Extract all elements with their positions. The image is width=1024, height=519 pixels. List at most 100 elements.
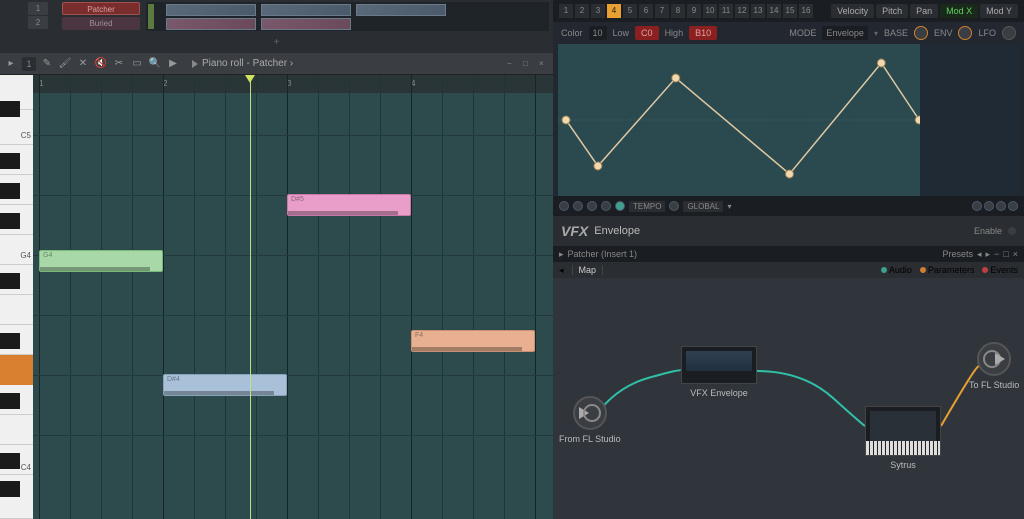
footer-knob[interactable]	[559, 201, 569, 211]
playhead[interactable]	[250, 75, 251, 519]
pattern-block[interactable]	[261, 4, 351, 16]
option-icon[interactable]	[984, 201, 994, 211]
footer-knob[interactable]	[601, 201, 611, 211]
key-label-g4: G4	[20, 251, 31, 260]
maximize-icon[interactable]: □	[523, 59, 533, 69]
snap-value[interactable]: 1	[22, 57, 36, 71]
play-icon[interactable]	[192, 60, 198, 68]
playback-tool-icon[interactable]: ▶	[166, 57, 180, 71]
option-icon[interactable]	[996, 201, 1006, 211]
footer-knob[interactable]	[573, 201, 583, 211]
env-tab-7[interactable]: 7	[655, 4, 669, 18]
global-label: GLOBAL	[683, 201, 723, 212]
color-value[interactable]: 10	[589, 26, 607, 40]
draw-tool-icon[interactable]: ✎	[40, 57, 54, 71]
env-tab-5[interactable]: 5	[623, 4, 637, 18]
pattern-block[interactable]	[356, 4, 446, 16]
node-to-fl-studio[interactable]: To FL Studio	[969, 342, 1019, 390]
note-orange[interactable]: F4	[411, 330, 535, 352]
piano-keyboard[interactable]: C5 G4 C4	[0, 75, 33, 519]
footer-knob[interactable]	[587, 201, 597, 211]
env-tab-11[interactable]: 11	[719, 4, 733, 18]
plugin-thumbnail	[865, 406, 941, 456]
pattern-block[interactable]	[166, 18, 256, 30]
env-knob[interactable]	[958, 26, 972, 40]
env-tab-16[interactable]: 16	[799, 4, 813, 18]
next-icon[interactable]: ▸	[986, 249, 991, 260]
plugin-thumbnail	[681, 346, 757, 384]
minimize-icon[interactable]: −	[994, 249, 999, 259]
menu-icon[interactable]: ▸	[4, 57, 18, 71]
env-tab-2[interactable]: 2	[575, 4, 589, 18]
lfo-knob[interactable]	[1002, 26, 1016, 40]
node-vfx-envelope[interactable]: VFX Envelope	[681, 346, 757, 398]
tab-map[interactable]: Map	[572, 265, 604, 275]
arrow-right-icon[interactable]: ▸	[559, 249, 564, 260]
tempo-led[interactable]	[615, 201, 625, 211]
pattern-block[interactable]	[261, 18, 351, 30]
env-tab-8[interactable]: 8	[671, 4, 685, 18]
timeline-ruler[interactable]: 1 2 3 4	[33, 75, 553, 93]
note-green[interactable]: G4	[39, 250, 163, 272]
maximize-icon[interactable]: □	[1003, 249, 1008, 259]
mute-tool-icon[interactable]: 🔇	[94, 57, 108, 71]
low-value[interactable]: C0	[635, 26, 659, 40]
env-tab-12[interactable]: 12	[735, 4, 749, 18]
env-tab-4[interactable]: 4	[607, 4, 621, 18]
mode-tab-pan[interactable]: Pan	[910, 4, 938, 18]
close-icon[interactable]: ×	[1013, 249, 1018, 259]
env-tab-14[interactable]: 14	[767, 4, 781, 18]
env-tab-13[interactable]: 13	[751, 4, 765, 18]
close-icon[interactable]: ×	[539, 59, 549, 69]
base-label: BASE	[884, 28, 908, 38]
base-knob[interactable]	[914, 26, 928, 40]
note-blue[interactable]: D#4	[163, 374, 287, 396]
env-tab-6[interactable]: 6	[639, 4, 653, 18]
node-from-fl-studio[interactable]: From FL Studio	[559, 396, 621, 444]
audio-legend: Audio	[881, 265, 912, 275]
paint-tool-icon[interactable]: 🖌	[58, 57, 72, 71]
global-led[interactable]	[669, 201, 679, 211]
track-number-2[interactable]: 2	[28, 16, 48, 29]
presets-label[interactable]: Presets	[942, 249, 973, 259]
env-tab-10[interactable]: 10	[703, 4, 717, 18]
envelope-graph[interactable]	[557, 44, 1020, 196]
slice-tool-icon[interactable]: ✂	[112, 57, 126, 71]
delete-tool-icon[interactable]: ✕	[76, 57, 90, 71]
mode-tab-velocity[interactable]: Velocity	[831, 4, 874, 18]
arrow-left-icon[interactable]: ◂	[559, 265, 564, 276]
chevron-down-icon[interactable]: ▾	[874, 29, 878, 38]
track-number-1[interactable]: 1	[28, 2, 48, 15]
patcher-canvas[interactable]: From FL Studio VFX Envelope Sytrus To FL…	[553, 278, 1024, 519]
node-sytrus[interactable]: Sytrus	[865, 406, 941, 470]
track-label-buried[interactable]: Buried	[62, 17, 140, 30]
track-label-patcher[interactable]: Patcher	[62, 2, 140, 15]
mode-tab-pitch[interactable]: Pitch	[876, 4, 908, 18]
env-tab-1[interactable]: 1	[559, 4, 573, 18]
minimize-icon[interactable]: −	[507, 59, 517, 69]
env-tab-3[interactable]: 3	[591, 4, 605, 18]
envelope-number-tabs: 1 2 3 4 5 6 7 8 9 10 11 12 13 14 15 16 V…	[553, 0, 1024, 22]
option-icon[interactable]	[1008, 201, 1018, 211]
enable-toggle[interactable]	[1008, 227, 1016, 235]
add-track-button[interactable]: +	[0, 33, 553, 53]
mode-tab-mody[interactable]: Mod Y	[980, 4, 1018, 18]
piano-roll-toolbar: ▸ 1 ✎ 🖌 ✕ 🔇 ✂ ▭ 🔍 ▶ Piano roll - Patcher…	[0, 53, 553, 75]
option-icon[interactable]	[972, 201, 982, 211]
high-value[interactable]: B10	[689, 26, 717, 40]
select-tool-icon[interactable]: ▭	[130, 57, 144, 71]
note-pink[interactable]: D#5	[287, 194, 411, 216]
pattern-block[interactable]	[166, 4, 256, 16]
color-label: Color	[561, 28, 583, 38]
high-label: High	[665, 28, 684, 38]
zoom-tool-icon[interactable]: 🔍	[148, 57, 162, 71]
prev-icon[interactable]: ◂	[977, 249, 982, 260]
piano-roll-grid[interactable]: 1 2 3 4	[33, 75, 553, 519]
env-tab-9[interactable]: 9	[687, 4, 701, 18]
env-tab-15[interactable]: 15	[783, 4, 797, 18]
mode-tab-modx[interactable]: Mod X	[940, 4, 978, 18]
mode-dropdown[interactable]: Envelope	[822, 26, 868, 40]
dropdown-arrow-icon[interactable]: ▾	[727, 202, 731, 211]
track-timeline[interactable]	[146, 2, 549, 31]
root-key-highlight[interactable]	[0, 355, 33, 385]
